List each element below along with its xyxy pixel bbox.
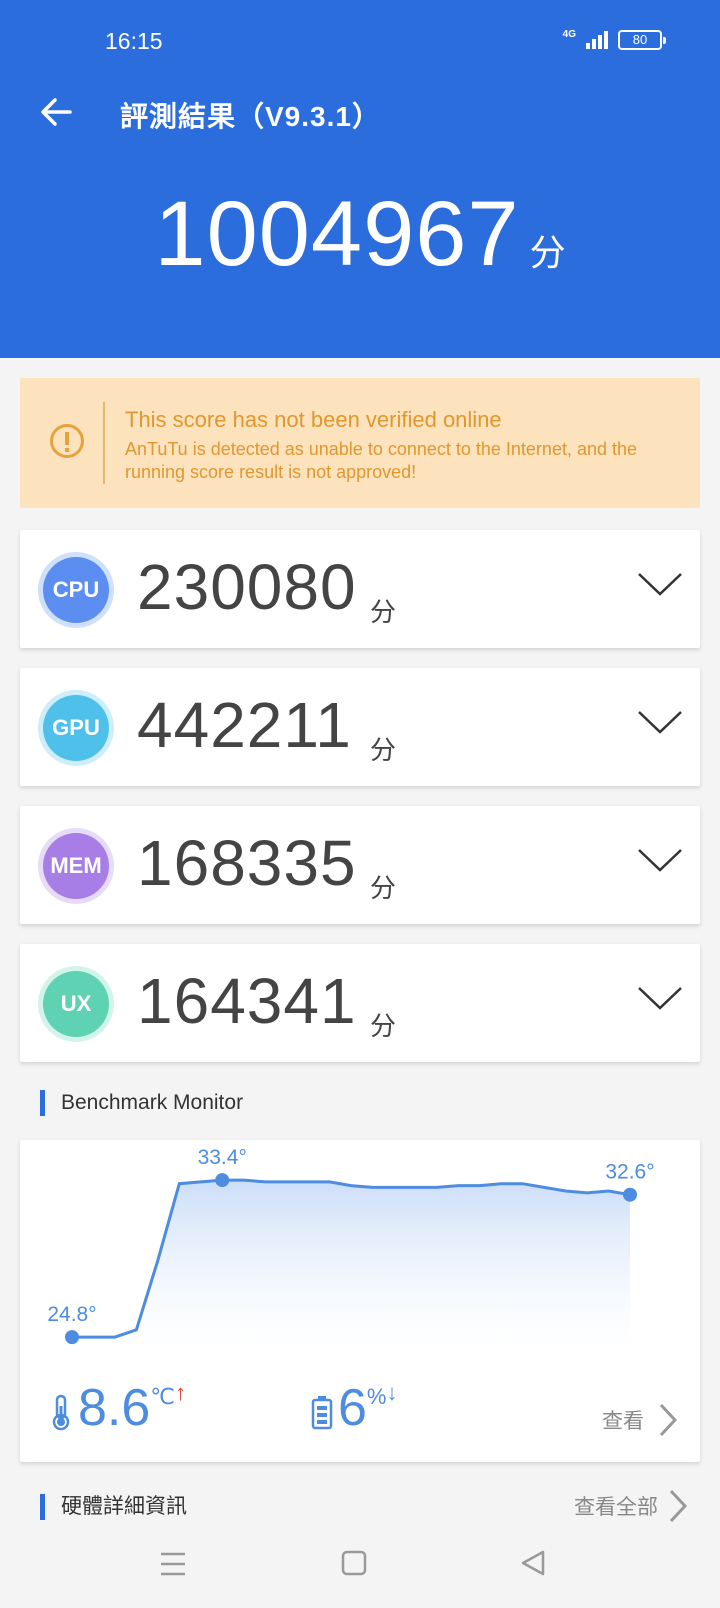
hardware-view-all-label: 查看全部: [574, 1496, 658, 1519]
hardware-details-heading: 硬體詳細資訊: [40, 1494, 187, 1520]
badge-label: UX: [43, 971, 109, 1037]
total-score: 1004967 分: [0, 182, 720, 287]
app-header: 16:15 4G 80 評測結果（V9.3.1） 1004967 分: [0, 0, 720, 358]
system-navigation-bar: [0, 1520, 720, 1608]
home-icon[interactable]: [334, 1546, 374, 1582]
chart-point-label: 33.4°: [198, 1146, 247, 1169]
thermometer-icon: [52, 1394, 70, 1431]
temperature-delta: 8.6: [78, 1379, 151, 1437]
signal-icon: [586, 31, 608, 49]
chevron-right-icon: [659, 1403, 678, 1437]
battery-icon: 80: [618, 30, 666, 50]
battery-change: 6 % ↓: [310, 1378, 397, 1438]
total-score-unit: 分: [529, 232, 566, 273]
temperature-unit: ℃: [150, 1384, 176, 1409]
status-icons: 4G 80: [562, 28, 666, 50]
badge-label: CPU: [43, 557, 109, 623]
temperature-change: 8.6 ℃ ↑: [48, 1378, 186, 1438]
chart-point-2: [623, 1187, 637, 1202]
chevron-down-icon[interactable]: [636, 568, 684, 600]
status-time: 16:15: [105, 28, 163, 54]
badge-label: MEM: [43, 833, 109, 899]
verification-warning: This score has not been verified online …: [20, 378, 700, 508]
score-unit: 分: [370, 597, 397, 627]
score-card-ux[interactable]: UX 164341 分: [20, 944, 700, 1062]
monitor-view-link[interactable]: 查看: [602, 1402, 678, 1438]
temperature-chart: 24.8° 33.4° 32.6°: [47, 1146, 655, 1350]
score-unit: 分: [370, 1011, 397, 1041]
back-arrow-icon[interactable]: [36, 92, 76, 132]
chart-point-1: [215, 1173, 230, 1188]
chevron-down-icon[interactable]: [636, 706, 684, 738]
network-type: 4G: [562, 28, 576, 40]
score-value: 164341: [137, 965, 357, 1037]
warning-icon: [50, 424, 84, 458]
chart-point-0: [65, 1330, 79, 1345]
chart-point-label: 24.8°: [47, 1303, 96, 1326]
warning-divider: [103, 402, 105, 484]
monitor-view-label: 查看: [602, 1410, 644, 1433]
score-value: 230080: [137, 551, 357, 623]
temperature-up-arrow-icon: ↑: [175, 1380, 187, 1405]
warning-title: This score has not been verified online: [125, 407, 502, 432]
score-card-cpu[interactable]: CPU 230080 分: [20, 530, 700, 648]
badge-label: GPU: [43, 695, 109, 761]
ux-badge: UX: [38, 966, 114, 1042]
chevron-right-icon: [669, 1489, 688, 1523]
score-value: 442211: [137, 689, 352, 761]
menu-icon[interactable]: [153, 1546, 193, 1582]
benchmark-monitor-heading: Benchmark Monitor: [40, 1090, 243, 1116]
page-title: 評測結果（V9.3.1）: [120, 101, 381, 132]
hardware-view-all-link[interactable]: 查看全部: [574, 1488, 688, 1524]
warning-message: AnTuTu is detected as unable to connect …: [125, 439, 638, 482]
battery-down-arrow-icon: ↓: [386, 1380, 398, 1405]
battery-unit: %: [366, 1384, 387, 1409]
back-triangle-icon[interactable]: [514, 1546, 554, 1582]
chevron-down-icon[interactable]: [636, 982, 684, 1014]
chart-point-label: 32.6°: [605, 1161, 654, 1184]
gpu-badge: GPU: [38, 690, 114, 766]
benchmark-monitor-card: 24.8° 33.4° 32.6° 8.6 ℃ ↑ 6 % ↓ 查看: [20, 1140, 700, 1462]
score-value: 168335: [137, 827, 357, 899]
score-unit: 分: [370, 735, 397, 765]
chevron-down-icon[interactable]: [636, 844, 684, 876]
mem-badge: MEM: [38, 828, 114, 904]
score-card-mem[interactable]: MEM 168335 分: [20, 806, 700, 924]
score-card-gpu[interactable]: GPU 442211 分: [20, 668, 700, 786]
cpu-badge: CPU: [38, 552, 114, 628]
battery-level-icon: [311, 1396, 333, 1430]
score-unit: 分: [370, 873, 397, 903]
total-score-value: 1004967: [154, 183, 520, 285]
battery-delta: 6: [338, 1379, 367, 1437]
